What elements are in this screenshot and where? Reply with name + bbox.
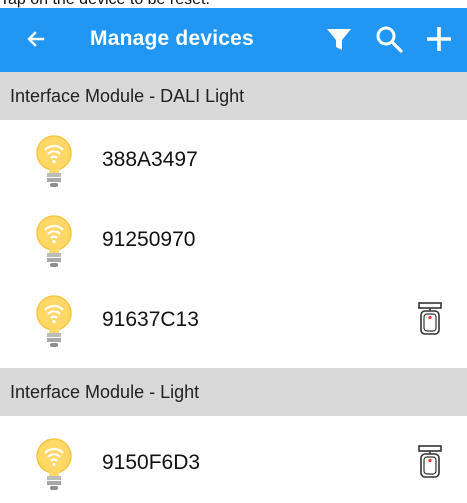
add-button[interactable] (422, 22, 456, 56)
device-name: 91637C13 (102, 308, 199, 331)
light-bulb-icon (36, 438, 72, 490)
light-bulb-icon (36, 215, 72, 267)
device-name: 91250970 (102, 228, 196, 251)
back-button[interactable] (22, 25, 50, 53)
filter-button[interactable] (322, 22, 356, 56)
device-name: 9150F6D3 (102, 451, 201, 474)
device-row[interactable]: 91250970 (0, 200, 467, 280)
remote-control-icon (418, 445, 442, 478)
section-header-light: Interface Module - Light (0, 368, 467, 416)
device-row[interactable]: 9150F6D3 (0, 423, 467, 503)
search-button[interactable] (372, 22, 406, 56)
add-icon (427, 27, 451, 51)
page-title: Manage devices (90, 27, 254, 50)
device-row[interactable]: 388A3497 (0, 120, 467, 200)
search-icon (376, 26, 403, 53)
light-bulb-icon (36, 295, 72, 347)
back-arrow-icon (27, 31, 45, 47)
filter-icon (327, 29, 351, 50)
light-bulb-icon (36, 135, 72, 187)
section-header-dali-light: Interface Module - DALI Light (0, 72, 467, 120)
remote-control-icon (418, 302, 442, 335)
app-bar: Manage devices (0, 8, 467, 72)
device-row[interactable]: 91637C13 (0, 280, 467, 360)
device-name: 388A3497 (102, 148, 198, 171)
